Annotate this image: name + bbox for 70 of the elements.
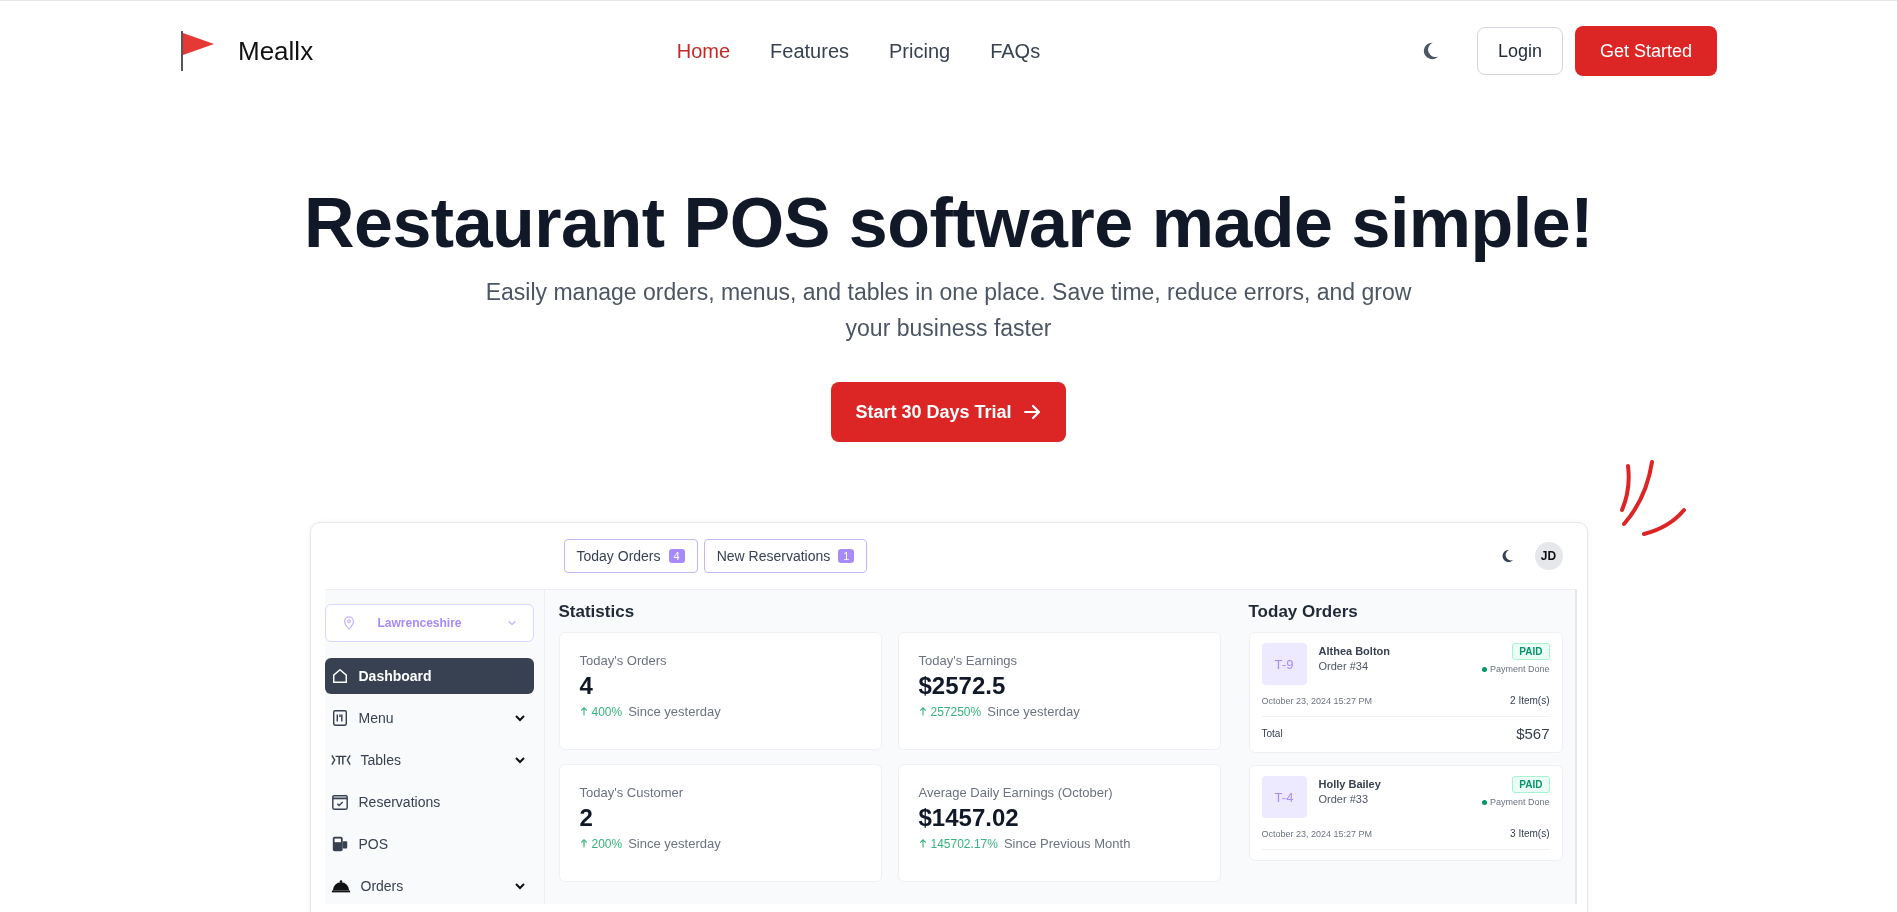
house-icon [330,667,349,685]
hero-subtitle: Easily manage orders, menus, and tables in one place. Save time, reduce errors, and grow your business faster [484,278,1413,343]
arrow-up-icon [579,838,588,849]
arrow-up-icon [918,838,927,849]
order-number: Order #33 [1318,793,1370,805]
chevron-down-icon [506,618,517,628]
arrow-up-icon [579,706,588,717]
stat-label: Today's Customer [579,785,685,800]
table-icon [330,753,351,767]
stat-caption: Since yesterday [628,836,721,851]
nav-link[interactable]: Pricing [889,39,951,63]
nav-link[interactable]: Features [770,39,849,63]
cloche-icon [330,878,351,894]
section-title: Statistics [558,602,636,622]
stat-label: Today's Earnings [918,653,1019,668]
login-button[interactable]: Login [1476,27,1563,75]
item-count: 3 Item(s) [1510,828,1550,839]
pos-terminal-icon [330,835,349,853]
table-badge: T-9 [1261,643,1307,685]
stat-caption: Since yesterday [987,704,1080,719]
stat-label: Average Daily Earnings (October) [918,785,1114,800]
stat-label: Today's Orders [579,653,668,668]
stat-change: 200% [591,836,623,851]
order-card[interactable]: T-4 Holly Bailey Order #33 PAID Payment Done October 23, 2024 15:27 PM 3 Item(s) [1248,765,1563,861]
nav-link[interactable]: FAQs [990,39,1041,63]
stat-change: 257250% [930,704,982,719]
pin-icon [341,616,356,630]
status-badge: PAID [1512,776,1550,793]
calendar-icon [330,793,349,811]
brand-name[interactable]: Meallx [238,35,314,67]
stat-value: $2572.5 [918,672,1007,700]
status-badge: PAID [1512,643,1550,660]
stat-caption: Since Previous Month [1003,836,1131,851]
customer-name: Althea Bolton [1318,645,1391,657]
stat-value: 4 [579,672,594,700]
sidebar-item[interactable]: Dashboard [324,658,534,694]
order-card[interactable]: T-9 Althea Bolton Order #34 PAID Payment Done October 23, 2024 15:27 PM 2 Item(s) Total $567 [1248,632,1563,753]
dashboard-tab[interactable]: New Reservations 1 [703,539,868,573]
user-avatar[interactable]: JD [1534,542,1563,570]
stat-value: 2 [579,804,594,832]
dashboard-tab[interactable]: Today Orders 4 [563,539,698,573]
order-date: October 23, 2024 15:27 PM [1261,695,1373,706]
sidebar-item[interactable]: Tables [324,742,534,778]
sidebar-item[interactable]: POS [324,826,534,862]
count-badge: 1 [838,549,855,563]
menu-card-icon [330,709,349,727]
get-started-button[interactable]: Get Started [1574,26,1717,76]
total-amount: $567 [1516,725,1550,742]
arrow-right-icon [1021,402,1042,422]
count-badge: 4 [668,549,685,563]
stat-value: $1457.02 [918,804,1020,832]
sidebar-item[interactable]: Orders [324,868,534,904]
payment-status: Payment Done [1481,664,1550,674]
payment-status: Payment Done [1481,797,1550,807]
total-label: Total [1261,728,1283,739]
item-count: 2 Item(s) [1510,695,1550,706]
customer-name: Holly Bailey [1318,778,1382,790]
sidebar-item[interactable]: Reservations [324,784,534,820]
stat-change: 400% [591,704,623,719]
arrow-up-icon [918,706,927,717]
hero-title: Restaurant POS software made simple! [303,185,1594,262]
trial-button[interactable]: Start 30 Days Trial [831,382,1066,442]
stat-change: 145702.17% [930,836,998,851]
nav-link[interactable]: Home [676,39,731,63]
stat-caption: Since yesterday [628,704,721,719]
order-date: October 23, 2024 15:27 PM [1261,828,1373,839]
table-badge: T-4 [1261,776,1307,818]
sidebar-item[interactable]: Menu [324,700,534,736]
section-title: Today Orders [1248,602,1359,622]
order-number: Order #34 [1318,660,1370,672]
